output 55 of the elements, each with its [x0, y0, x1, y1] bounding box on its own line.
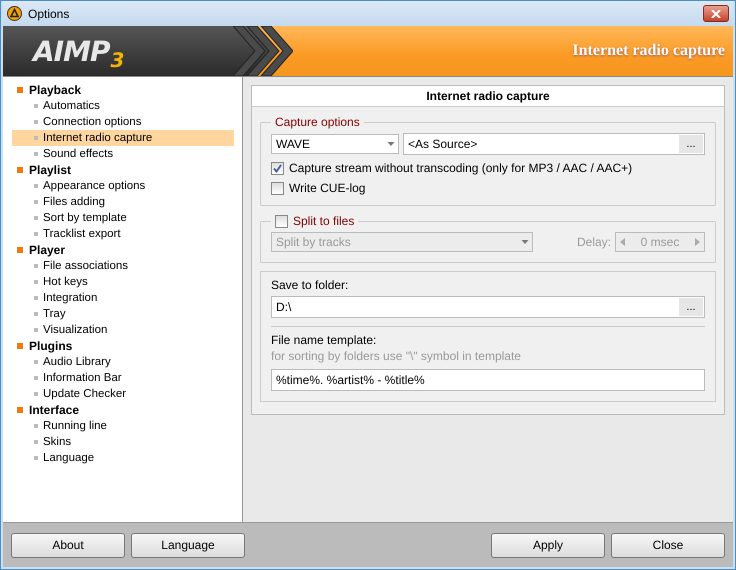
browse-button[interactable]: ...: [679, 298, 703, 316]
browse-button[interactable]: ...: [679, 135, 703, 153]
category-item[interactable]: Plugins: [12, 338, 234, 354]
category-item[interactable]: Interface: [12, 402, 234, 418]
panel-title: Internet radio capture: [252, 86, 724, 107]
chevrons-icon: [233, 26, 293, 76]
category-item[interactable]: Playback: [12, 82, 234, 98]
delay-label: Delay:: [576, 235, 611, 249]
sidebar-item[interactable]: Tray: [12, 306, 234, 322]
left-arrow-icon[interactable]: [620, 238, 625, 246]
group-legend: Split to files: [293, 214, 354, 228]
sidebar-item[interactable]: Update Checker: [12, 386, 234, 402]
quality-field[interactable]: <As Source> ...: [403, 133, 705, 155]
checkbox-label: Write CUE-log: [289, 181, 366, 195]
folder-field[interactable]: D:\ ...: [271, 296, 705, 318]
category-item[interactable]: Player: [12, 242, 234, 258]
footer-button[interactable]: Apply: [491, 532, 605, 558]
sidebar-item[interactable]: Automatics: [12, 98, 234, 114]
format-dropdown[interactable]: WAVE: [271, 134, 399, 154]
sidebar-item[interactable]: Tracklist export: [12, 226, 234, 242]
sidebar-item[interactable]: Running line: [12, 418, 234, 434]
sidebar-item[interactable]: Files adding: [12, 194, 234, 210]
footer-button[interactable]: Language: [131, 532, 245, 558]
sidebar-item[interactable]: Sort by template: [12, 210, 234, 226]
footer-button[interactable]: About: [11, 532, 125, 558]
close-button[interactable]: [703, 5, 729, 22]
field-label: Save to folder:: [271, 278, 350, 292]
logo-text: AIMP: [33, 34, 110, 68]
sidebar-item[interactable]: Hot keys: [12, 274, 234, 290]
template-field[interactable]: %time%. %artist% - %title%: [271, 369, 705, 391]
field-label: File name template:: [271, 333, 378, 347]
sidebar-item[interactable]: Sound effects: [12, 146, 234, 162]
sidebar-item[interactable]: Integration: [12, 290, 234, 306]
category-item[interactable]: Playlist: [12, 162, 234, 178]
group-legend: Capture options: [271, 115, 364, 129]
sidebar-item[interactable]: Appearance options: [12, 178, 234, 194]
checkbox-label: Capture stream without transcoding (only for MP3 / AAC / AAC+): [289, 161, 632, 175]
logo-version: 3: [110, 48, 124, 72]
footer-button[interactable]: Close: [611, 532, 725, 558]
page-heading: Internet radio capture: [571, 42, 726, 60]
sidebar-item[interactable]: File associations: [12, 258, 234, 274]
sidebar-item[interactable]: Audio Library: [12, 354, 234, 370]
sidebar-item[interactable]: Skins: [12, 434, 234, 450]
checkbox[interactable]: [271, 182, 284, 194]
sidebar-item[interactable]: Connection options: [12, 114, 234, 130]
app-icon: [7, 6, 22, 21]
checkbox[interactable]: [271, 162, 284, 174]
sidebar-item[interactable]: Internet radio capture: [12, 130, 234, 146]
sidebar-item[interactable]: Language: [12, 450, 234, 466]
close-icon: [711, 10, 721, 18]
right-arrow-icon[interactable]: [695, 238, 700, 246]
sidebar-item[interactable]: Information Bar: [12, 370, 234, 386]
hint-text: for sorting by folders use "\" symbol in template: [271, 349, 522, 363]
window-title: Options: [28, 6, 70, 20]
sidebar-item[interactable]: Visualization: [12, 322, 234, 338]
